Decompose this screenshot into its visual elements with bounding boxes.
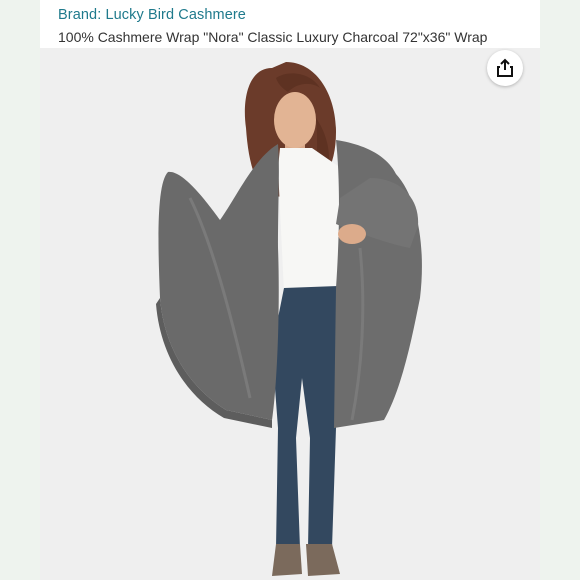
share-icon <box>497 58 513 77</box>
brand-link[interactable]: Brand: Lucky Bird Cashmere <box>58 7 246 23</box>
share-button[interactable] <box>487 50 523 86</box>
product-image[interactable] <box>40 48 540 580</box>
product-title: 100% Cashmere Wrap "Nora" Classic Luxury… <box>58 29 488 45</box>
product-photo-illustration <box>156 62 422 576</box>
product-panel: Brand: Lucky Bird Cashmere 100% Cashmere… <box>40 0 540 580</box>
